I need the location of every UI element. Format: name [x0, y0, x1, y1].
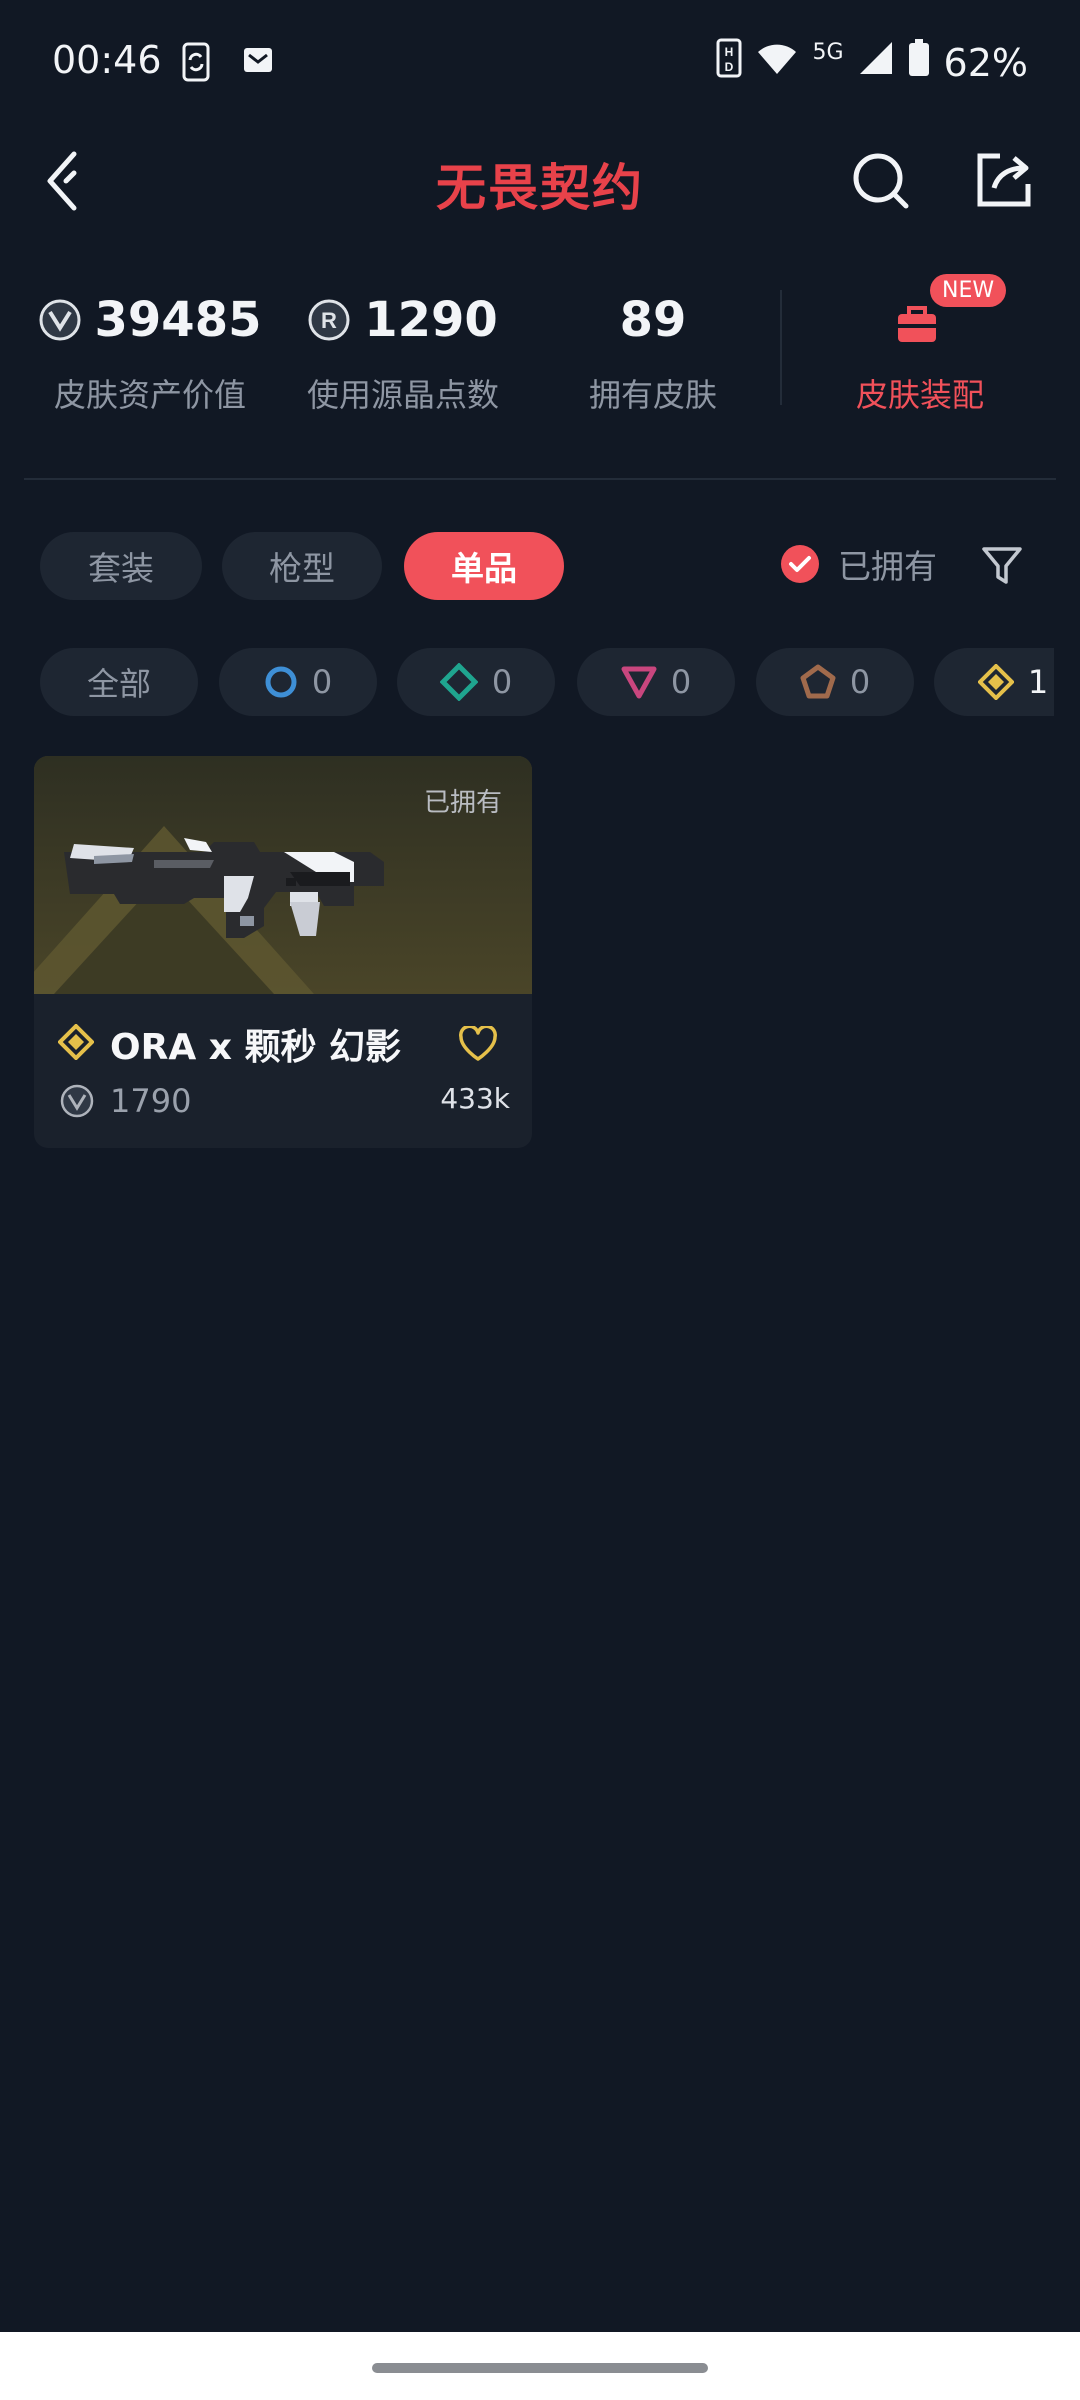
search-icon — [853, 153, 909, 209]
stat-label: 拥有皮肤 — [588, 376, 717, 414]
wifi-icon — [756, 41, 798, 85]
stat-owned-skins: 89 拥有皮肤 — [528, 292, 778, 416]
owned-tag: 已拥有 — [423, 788, 502, 818]
skin-price: 1790 — [110, 1082, 192, 1120]
status-time: 00:46 — [52, 38, 162, 82]
checkbox-checked-icon — [781, 545, 819, 583]
filter-button[interactable] — [980, 544, 1024, 588]
exclusive-tier-icon — [58, 1024, 94, 1060]
stat-label: 使用源晶点数 — [306, 376, 499, 414]
radianite-icon: R — [308, 299, 350, 341]
share-button[interactable] — [974, 150, 1034, 210]
status-right: HD 5G 62% — [716, 38, 1028, 87]
network-type: 5G — [812, 40, 844, 65]
svg-text:H: H — [725, 45, 734, 59]
tab-weapon-type[interactable]: 枪型 — [222, 532, 382, 600]
stat-value: 39485 — [94, 292, 262, 348]
page-title: 无畏契约 — [436, 159, 644, 217]
rarity-filter-premium[interactable]: 0 — [577, 648, 735, 716]
rarity-filter-count: 1 — [1027, 663, 1049, 701]
stats-separator — [780, 290, 782, 405]
tab-single-items[interactable]: 单品 — [404, 532, 564, 600]
search-button[interactable] — [852, 150, 912, 210]
stat-asset-value: 39485 皮肤资产价值 — [25, 292, 275, 416]
stat-radianite: R 1290 使用源晶点数 — [278, 292, 528, 416]
svg-text:R: R — [321, 308, 337, 333]
rarity-filter-exclusive[interactable]: 1 — [934, 648, 1054, 716]
loadout-button[interactable]: NEW 皮肤装配 — [800, 268, 1040, 418]
skin-name: ORA x 颗秒 幻影 — [110, 1027, 402, 1068]
skin-card[interactable]: 已拥有 ORA x 颗秒 幻影 1790 433k — [34, 756, 532, 1148]
stat-label: 皮肤资产价值 — [53, 376, 246, 414]
stat-value: 89 — [619, 292, 687, 348]
battery-icon — [908, 39, 930, 86]
svg-text:D: D — [725, 60, 734, 74]
section-divider — [24, 478, 1056, 480]
rarity-filter-deluxe[interactable]: 0 — [397, 648, 555, 716]
rarity-filter-all[interactable]: 全部 — [40, 648, 198, 716]
vp-coin-icon — [60, 1084, 94, 1118]
rarity-filter-count: 0 — [849, 663, 871, 701]
loadout-label: 皮肤装配 — [855, 376, 984, 414]
new-badge: NEW — [930, 274, 1007, 307]
skin-likes: 433k — [440, 1082, 510, 1115]
rarity-filter-ultra[interactable]: 0 — [756, 648, 914, 716]
share-icon — [977, 153, 1031, 207]
favorite-button[interactable] — [458, 1024, 498, 1066]
exclusive-tier-icon — [977, 664, 1014, 700]
premium-tier-icon — [621, 666, 657, 699]
loadout-bag-icon — [898, 306, 936, 342]
sync-notification-icon — [180, 42, 214, 86]
signal-icon — [858, 40, 894, 85]
status-bar: 00:46 HD 5G 62% — [0, 0, 1080, 125]
rarity-filter-select[interactable]: 0 — [219, 648, 377, 716]
vp-coin-icon — [39, 299, 80, 341]
deluxe-tier-icon — [439, 663, 478, 701]
rarity-filter-label: 全部 — [86, 665, 151, 703]
select-tier-icon — [265, 666, 297, 698]
owned-toggle-label: 已拥有 — [838, 547, 937, 586]
tab-bundles[interactable]: 套装 — [40, 532, 202, 600]
rarity-filter-exclusive-clip: 1 — [934, 648, 1054, 716]
rarity-filter-count: 0 — [670, 663, 692, 701]
rarity-filter-count: 0 — [311, 663, 333, 701]
home-indicator[interactable] — [372, 2363, 708, 2373]
battery-percent: 62% — [943, 40, 1028, 85]
stat-value: 1290 — [364, 292, 498, 348]
rarity-filter-count: 0 — [491, 663, 513, 701]
skin-image: 已拥有 — [34, 756, 532, 994]
hd-icon: HD — [716, 38, 742, 87]
owned-toggle[interactable]: 已拥有 — [780, 540, 937, 588]
filter-icon — [982, 547, 1022, 584]
heart-icon — [459, 1024, 497, 1061]
ultra-tier-icon — [800, 664, 836, 699]
mail-notification-icon — [242, 44, 274, 80]
